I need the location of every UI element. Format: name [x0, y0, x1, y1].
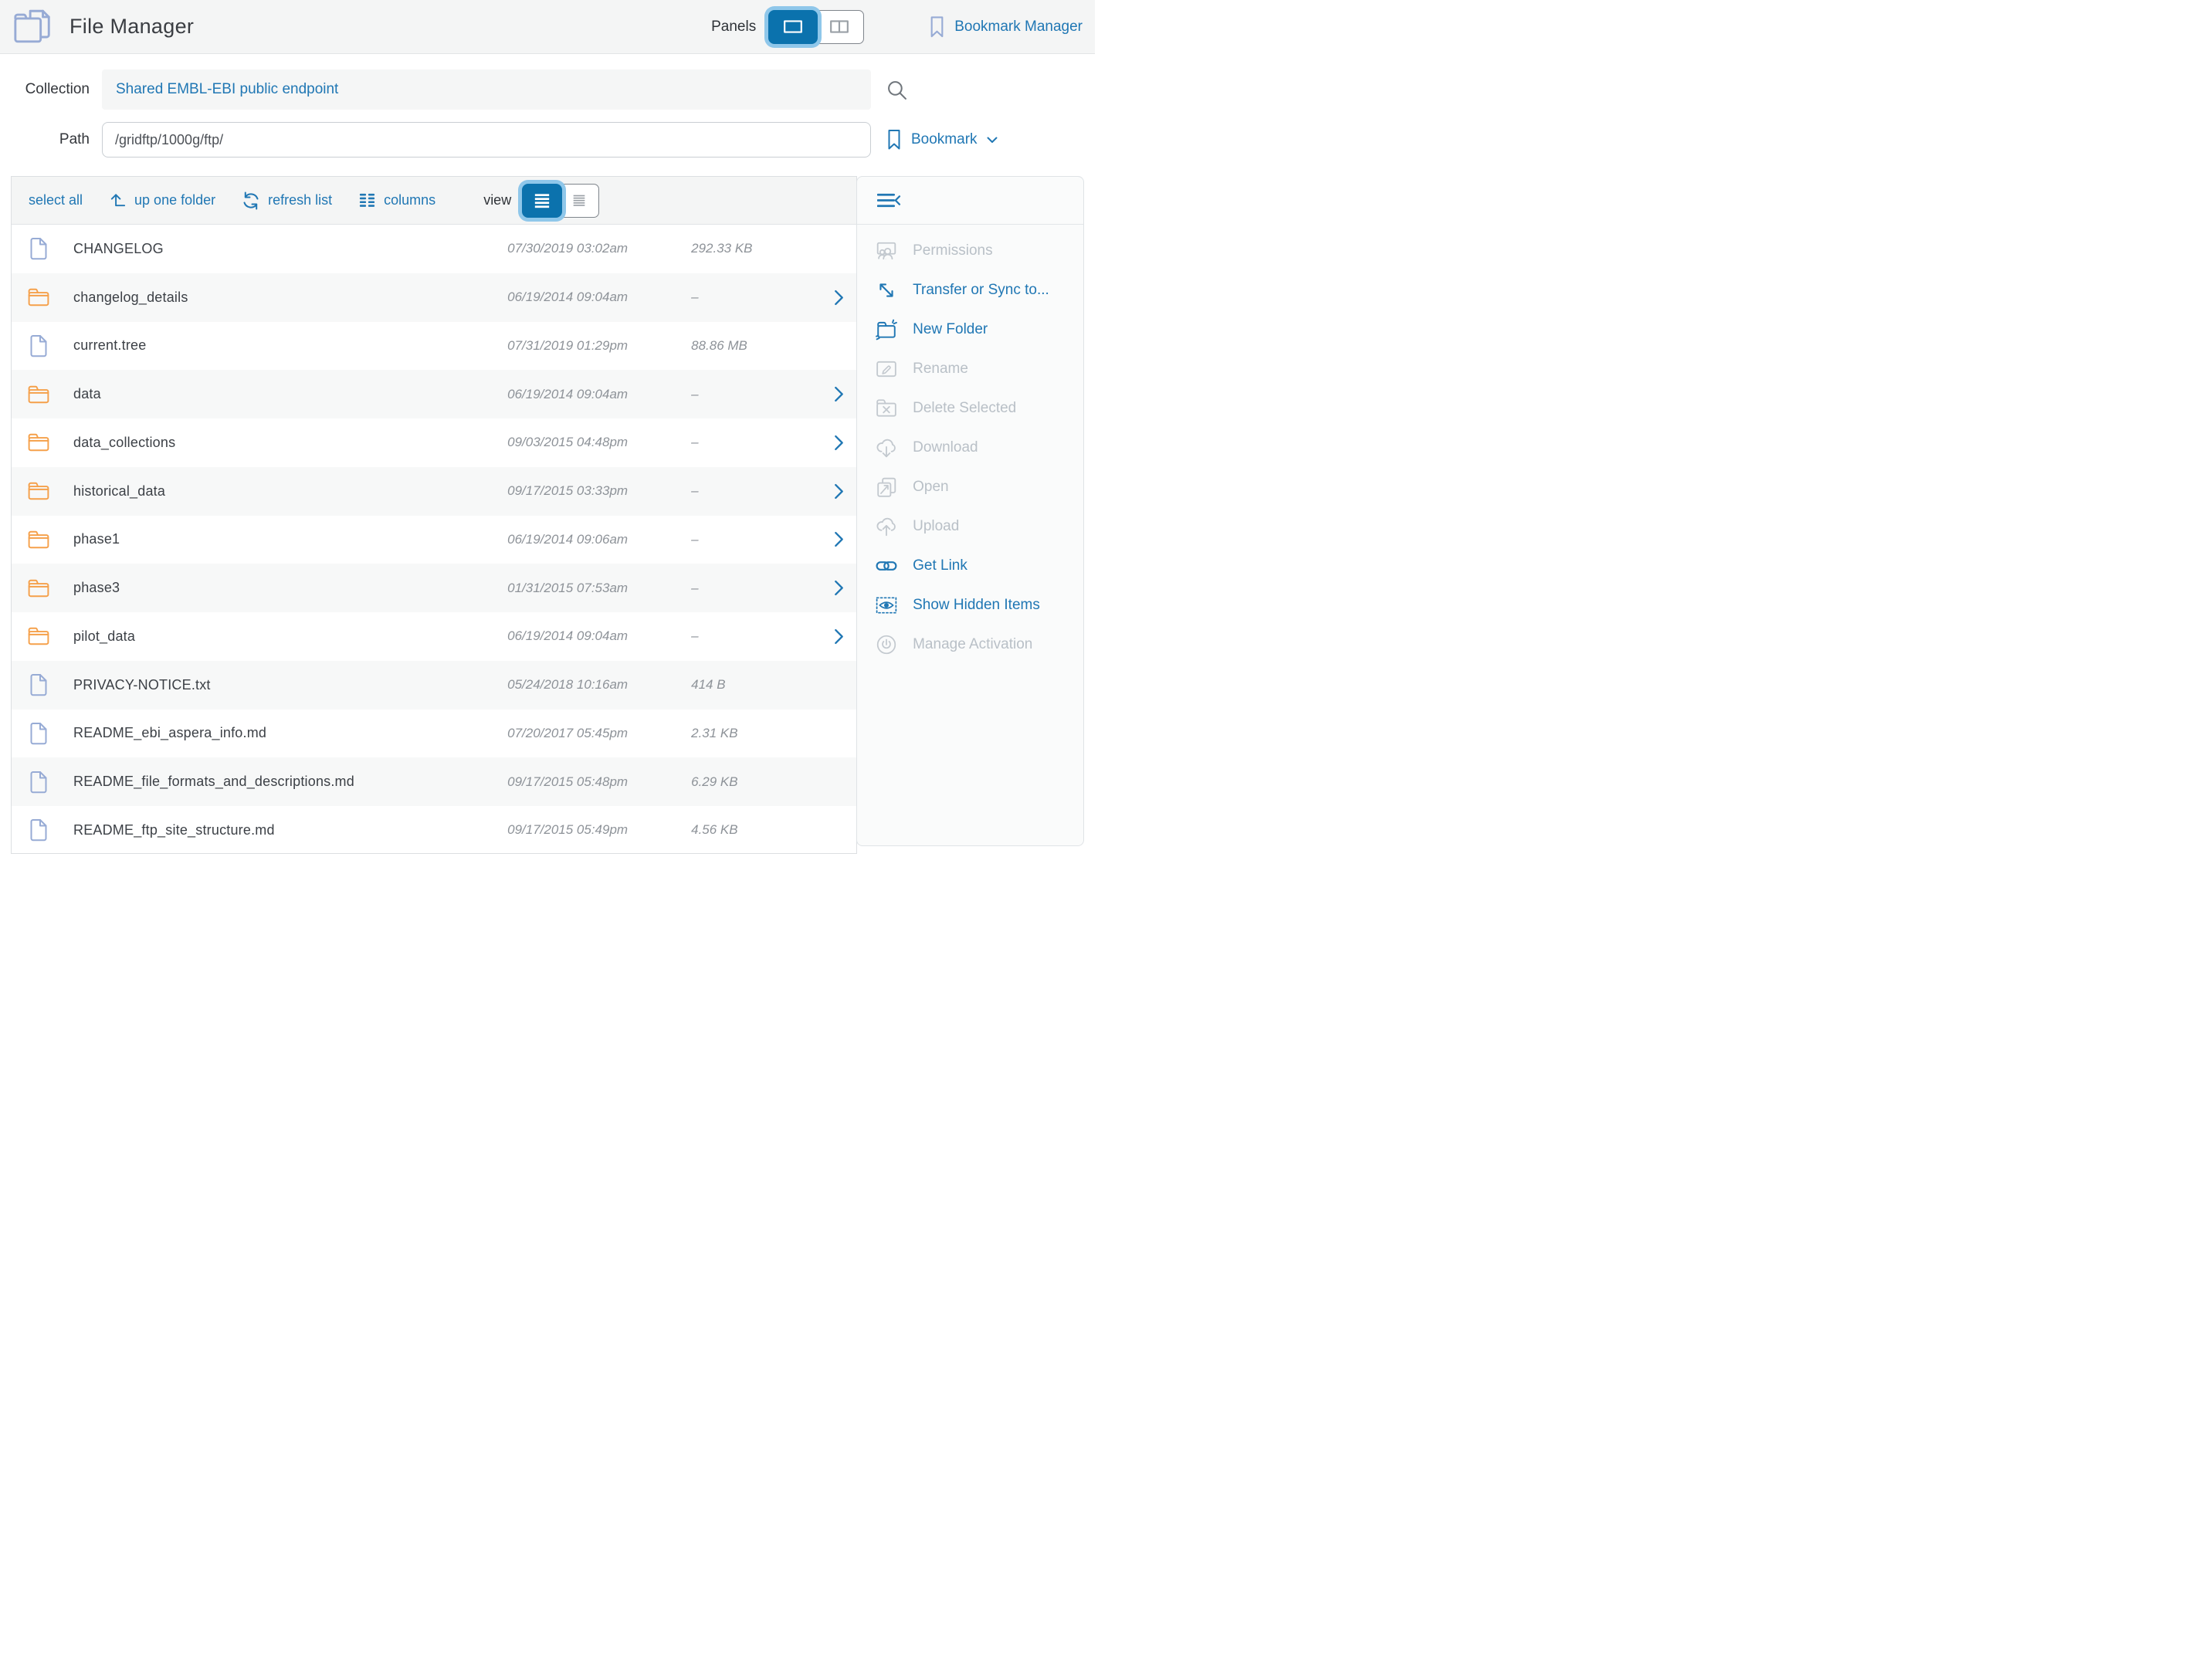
- table-row[interactable]: README_ftp_site_structure.md 09/17/2015 …: [12, 806, 856, 854]
- file-list: CHANGELOG 07/30/2019 03:02am 292.33 KB c…: [12, 225, 856, 854]
- open-icon: [876, 476, 897, 498]
- dual-panel-icon: [829, 19, 849, 34]
- path-input[interactable]: [102, 122, 871, 158]
- bookmark-icon: [886, 129, 902, 151]
- file-icon: [29, 673, 48, 696]
- bookmark-ribbon-icon: [929, 15, 945, 39]
- app-header: File Manager Panels Bookmark Manager: [0, 0, 1095, 54]
- actions-sidebar: Permissions Transfer or Sync to... New F…: [856, 176, 1084, 846]
- search-icon: [886, 80, 907, 100]
- chevron-down-icon: [987, 137, 998, 144]
- permissions-icon: [876, 240, 897, 262]
- chevron-right-icon[interactable]: [834, 531, 844, 547]
- sidebar-item-download: Download: [857, 428, 1083, 467]
- bookmark-button-label: Bookmark: [911, 131, 978, 148]
- view-list-button[interactable]: [522, 184, 562, 218]
- table-row[interactable]: README_ebi_aspera_info.md 07/20/2017 05:…: [12, 710, 856, 758]
- panels-label: Panels: [711, 19, 756, 36]
- chevron-right-icon[interactable]: [834, 628, 844, 645]
- file-browser-panel: select all up one folder refresh list co…: [11, 176, 857, 854]
- columns-button[interactable]: columns: [358, 191, 435, 209]
- collapse-sidebar-icon[interactable]: [877, 192, 901, 208]
- table-row[interactable]: phase3 01/31/2015 07:53am –: [12, 564, 856, 612]
- sidebar-item-new-folder[interactable]: New Folder: [857, 310, 1083, 349]
- folder-icon: [28, 482, 49, 500]
- file-icon: [29, 771, 48, 794]
- download-icon: [876, 437, 897, 459]
- select-all-button[interactable]: select all: [29, 192, 83, 208]
- view-label: view: [483, 192, 511, 208]
- file-icon: [29, 722, 48, 745]
- folder-icon: [28, 385, 49, 404]
- table-row[interactable]: CHANGELOG 07/30/2019 03:02am 292.33 KB: [12, 225, 856, 273]
- refresh-icon: [242, 191, 260, 210]
- folder-icon: [28, 627, 49, 645]
- transfer-icon: [876, 279, 897, 301]
- sidebar-item-permissions: Permissions: [857, 231, 1083, 270]
- main-area: select all up one folder refresh list co…: [0, 176, 1095, 854]
- chevron-right-icon[interactable]: [834, 386, 844, 402]
- sidebar-item-show-hidden-items[interactable]: Show Hidden Items: [857, 585, 1083, 625]
- table-row[interactable]: PRIVACY-NOTICE.txt 05/24/2018 10:16am 41…: [12, 661, 856, 710]
- file-icon: [29, 334, 48, 357]
- path-label: Path: [11, 131, 102, 148]
- page-title: File Manager: [69, 15, 194, 39]
- table-row[interactable]: changelog_details 06/19/2014 09:04am –: [12, 273, 856, 322]
- file-icon: [29, 237, 48, 260]
- table-row[interactable]: data_collections 09/03/2015 04:48pm –: [12, 418, 856, 467]
- new-folder-icon: [876, 319, 897, 340]
- endpoint-section: Collection Shared EMBL-EBI public endpoi…: [0, 54, 1095, 176]
- table-row[interactable]: data 06/19/2014 09:04am –: [12, 370, 856, 418]
- chevron-right-icon[interactable]: [834, 290, 844, 306]
- columns-icon: [358, 191, 376, 209]
- sidebar-item-upload: Upload: [857, 506, 1083, 546]
- single-panel-button[interactable]: [768, 10, 818, 44]
- view-compact-button[interactable]: [559, 184, 599, 218]
- list-toolbar: select all up one folder refresh list co…: [12, 177, 856, 225]
- file-icon: [29, 818, 48, 842]
- collection-selector[interactable]: Shared EMBL-EBI public endpoint: [102, 69, 871, 110]
- table-row[interactable]: pilot_data 06/19/2014 09:04am –: [12, 612, 856, 661]
- sidebar-item-get-link[interactable]: Get Link: [857, 546, 1083, 585]
- file-manager-icon: [12, 9, 54, 44]
- sidebar-item-transfer-or-sync[interactable]: Transfer or Sync to...: [857, 270, 1083, 310]
- folder-icon: [28, 288, 49, 307]
- single-panel-icon: [783, 19, 803, 34]
- table-row[interactable]: historical_data 09/17/2015 03:33pm –: [12, 467, 856, 516]
- up-arrow-icon: [109, 191, 127, 209]
- show-hidden-icon: [876, 594, 897, 616]
- collection-value[interactable]: Shared EMBL-EBI public endpoint: [116, 81, 338, 98]
- compact-view-icon: [571, 192, 588, 209]
- sidebar-item-open: Open: [857, 467, 1083, 506]
- table-row[interactable]: current.tree 07/31/2019 01:29pm 88.86 MB: [12, 322, 856, 371]
- bookmark-manager-link[interactable]: Bookmark Manager: [929, 15, 1083, 39]
- list-view-icon: [534, 192, 551, 209]
- panels-toggle: [768, 10, 864, 44]
- link-icon: [876, 555, 897, 577]
- chevron-right-icon[interactable]: [834, 580, 844, 596]
- view-toggle: [522, 184, 599, 218]
- dual-panel-button[interactable]: [815, 10, 864, 44]
- refresh-list-button[interactable]: refresh list: [242, 191, 332, 210]
- bookmark-button[interactable]: Bookmark: [886, 129, 998, 151]
- bookmark-manager-label: Bookmark Manager: [954, 19, 1083, 36]
- table-row[interactable]: phase1 06/19/2014 09:06am –: [12, 516, 856, 564]
- delete-icon: [876, 398, 897, 419]
- power-icon: [876, 634, 897, 655]
- folder-icon: [28, 530, 49, 549]
- collection-label: Collection: [11, 81, 102, 98]
- rename-icon: [876, 358, 897, 380]
- upload-icon: [876, 516, 897, 537]
- folder-icon: [28, 433, 49, 452]
- sidebar-item-delete-selected: Delete Selected: [857, 388, 1083, 428]
- sidebar-item-rename: Rename: [857, 349, 1083, 388]
- up-one-folder-button[interactable]: up one folder: [109, 191, 215, 209]
- search-button[interactable]: [886, 80, 907, 100]
- sidebar-item-manage-activation: Manage Activation: [857, 625, 1083, 664]
- table-row[interactable]: README_file_formats_and_descriptions.md …: [12, 757, 856, 806]
- folder-icon: [28, 579, 49, 598]
- chevron-right-icon[interactable]: [834, 435, 844, 451]
- chevron-right-icon[interactable]: [834, 483, 844, 500]
